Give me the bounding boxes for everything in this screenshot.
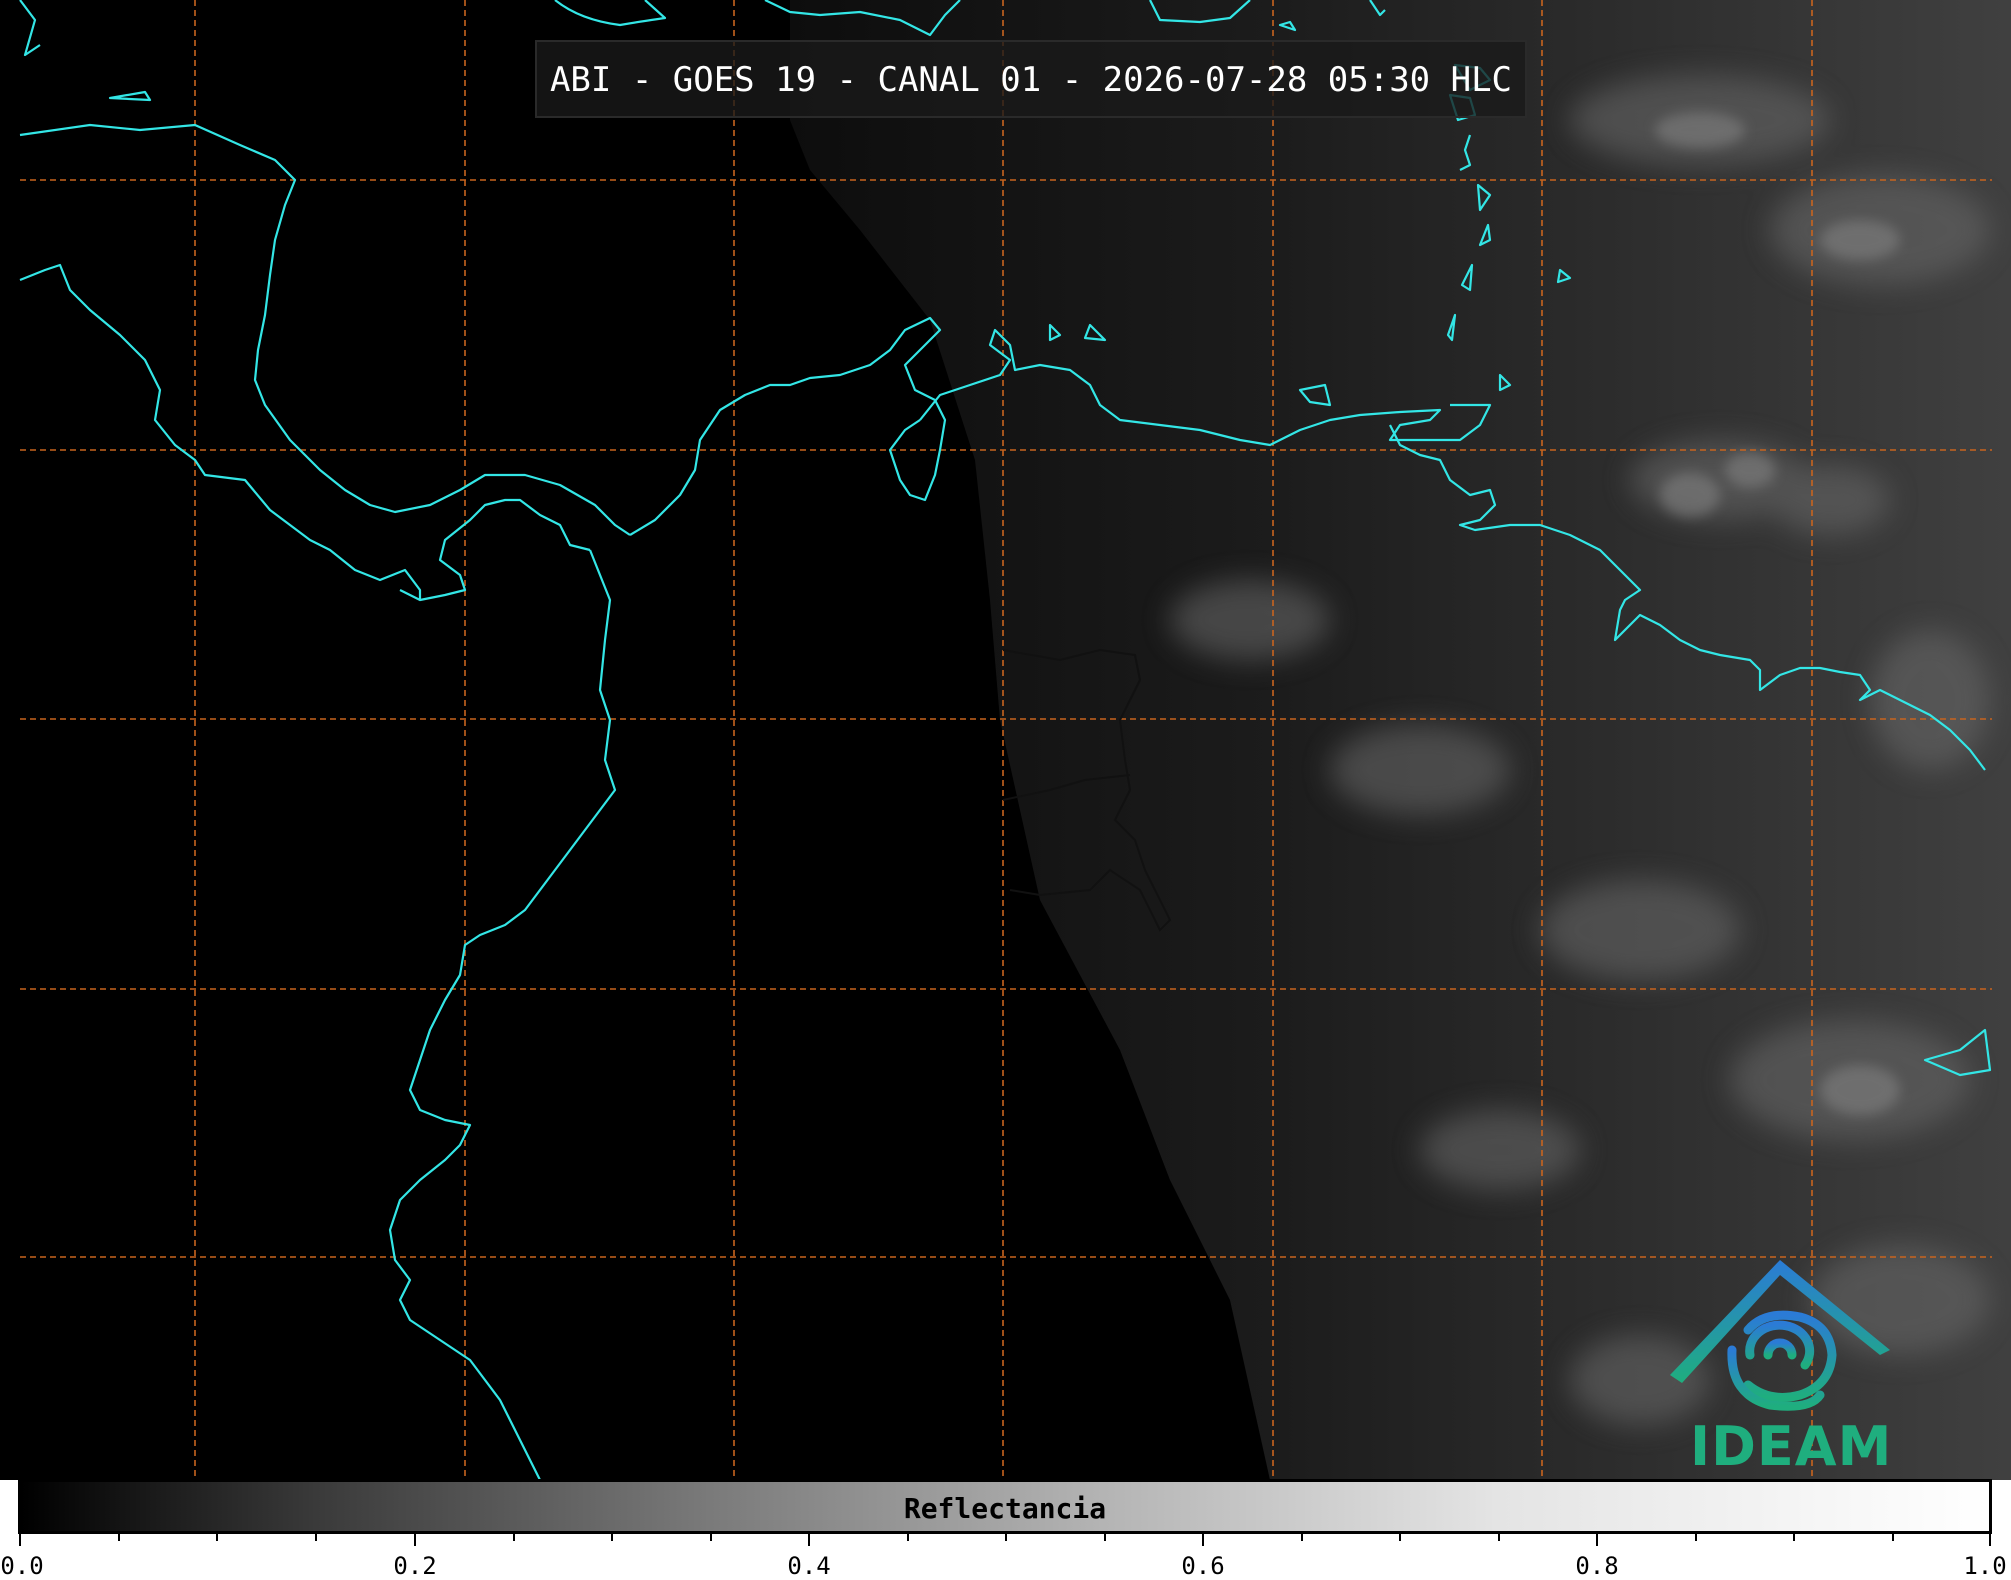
colorbar-tick-label: 1.0 [1963, 1552, 2007, 1580]
colorbar-tick-label: 0.8 [1575, 1552, 1619, 1580]
colorbar: Reflectancia [18, 1479, 1992, 1534]
colorbar-tick-label: 0.4 [787, 1552, 831, 1580]
ideam-logo-icon [1670, 1260, 1890, 1411]
colorbar-tick-label: 0.6 [1181, 1552, 1225, 1580]
map-title: ABI - GOES 19 - CANAL 01 - 2026-07-28 05… [535, 40, 1527, 118]
colorbar-ticks [19, 1534, 1991, 1546]
colorbar-label: Reflectancia [903, 1492, 1107, 1525]
colorbar-tick-label: 0.0 [0, 1552, 44, 1580]
ideam-logo-text: IDEAM [1690, 1415, 1893, 1478]
colorbar-tick-label: 0.2 [393, 1552, 437, 1580]
